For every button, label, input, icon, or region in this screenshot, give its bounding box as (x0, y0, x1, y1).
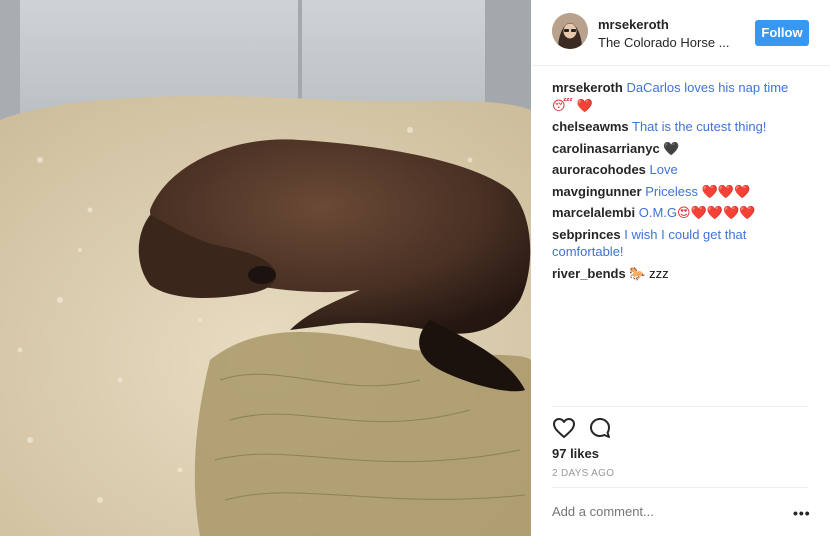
avatar[interactable] (552, 13, 588, 49)
comment-item: sebprinces I wish I could get that comfo… (552, 226, 810, 261)
comment-username[interactable]: mrsekeroth (552, 80, 623, 95)
comment-item: chelseawms That is the cutest thing! (552, 118, 810, 136)
comment-emoji: 🖤 (663, 140, 680, 156)
more-options-button[interactable]: ••• (793, 505, 811, 521)
post-header: mrsekeroth The Colorado Horse ... Follow (531, 0, 830, 66)
comment-item: mrsekeroth DaCarlos loves his nap time 😴… (552, 79, 810, 114)
follow-button[interactable]: Follow (755, 20, 809, 46)
comment-item: river_bends 🐎 zzz (552, 265, 810, 283)
post-timestamp: 2 DAYS AGO (552, 468, 615, 479)
comment-username[interactable]: chelseawms (552, 119, 629, 134)
add-comment-input[interactable] (552, 504, 762, 519)
comment-username[interactable]: marcelalembi (552, 205, 635, 220)
post-username[interactable]: mrsekeroth (598, 17, 669, 32)
comment-username[interactable]: sebprinces (552, 227, 621, 242)
comment-text: Priceless (645, 183, 698, 199)
comment-text: That is the cutest thing! (632, 119, 767, 134)
post-location[interactable]: The Colorado Horse ... (598, 35, 730, 50)
comment-item: marcelalembi O.M.G😍❤️❤️❤️❤️ (552, 204, 810, 222)
comment-username[interactable]: mavgingunner (552, 184, 642, 199)
comment-item: mavgingunner Priceless ❤️❤️❤️ (552, 183, 810, 201)
comment-text: DaCarlos loves his nap time (626, 80, 789, 95)
comment-username[interactable]: river_bends (552, 266, 626, 281)
comment-text: O.M.G (638, 205, 678, 220)
post-side-panel: mrsekeroth The Colorado Horse ... Follow… (531, 0, 830, 536)
comment-username[interactable]: auroracohodes (552, 162, 646, 177)
comment-item: carolinasarrianyc 🖤 (552, 140, 810, 158)
comment-list: mrsekeroth DaCarlos loves his nap time 😴… (552, 79, 810, 286)
comment-emoji: ❤️❤️❤️ (701, 183, 751, 199)
comment-emoji: 😍❤️❤️❤️❤️ (677, 205, 756, 220)
horse-photo (0, 0, 531, 536)
comment-emoji: 🐎 zzz (629, 265, 669, 281)
likes-count[interactable]: 97 likes (552, 446, 599, 461)
comment-bubble-icon[interactable] (588, 416, 612, 440)
avatar-image (552, 13, 588, 49)
comment-username[interactable]: carolinasarrianyc (552, 141, 660, 156)
post-photo[interactable] (0, 0, 531, 536)
heart-icon[interactable] (552, 416, 576, 440)
comment-text: Love (649, 162, 678, 177)
comment-item: auroracohodes Love (552, 161, 810, 179)
divider (552, 487, 808, 488)
divider (552, 406, 808, 407)
comment-emoji: 😴 ❤️ (552, 97, 593, 113)
